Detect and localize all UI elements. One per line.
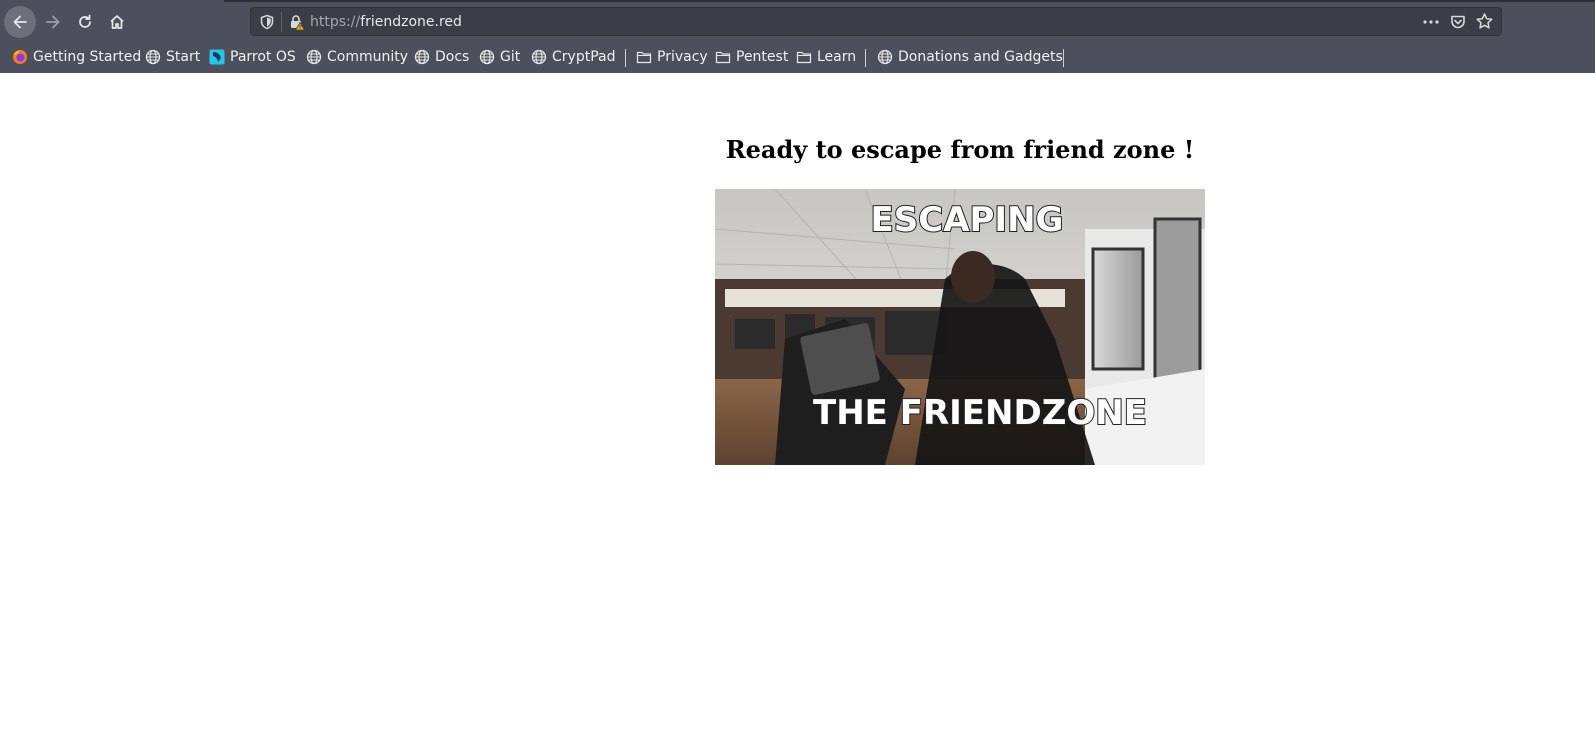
home-icon bbox=[110, 15, 124, 29]
bookmark-label: Git bbox=[500, 49, 521, 65]
pocket-icon[interactable] bbox=[1449, 13, 1467, 31]
bookmark-docs[interactable]: Docs bbox=[414, 45, 469, 69]
bookmark-cryptpad[interactable]: CryptPad bbox=[531, 45, 615, 69]
page-heading: Ready to escape from friend zone ! bbox=[725, 135, 1195, 164]
parrot-icon bbox=[209, 49, 225, 65]
reload-button[interactable] bbox=[69, 6, 101, 38]
folder-icon bbox=[715, 51, 731, 64]
globe-icon bbox=[531, 49, 547, 65]
bookmark-folder-privacy[interactable]: Privacy bbox=[636, 45, 708, 69]
escaping-friendzone-gif: ESCAPING THE FRIENDZONE bbox=[715, 189, 1205, 465]
bookmark-getting-started[interactable]: Getting Started bbox=[12, 45, 141, 69]
url-host: friendzone.red bbox=[360, 14, 462, 30]
bookmark-label: Donations and Gadgets bbox=[898, 49, 1063, 65]
address-bar[interactable]: https://friendzone.red bbox=[250, 7, 1502, 36]
url-text[interactable]: https://friendzone.red bbox=[310, 13, 462, 31]
folder-icon bbox=[796, 51, 812, 64]
bookmark-folder-learn[interactable]: Learn bbox=[796, 45, 856, 69]
shield-icon[interactable] bbox=[259, 14, 275, 30]
globe-icon bbox=[414, 49, 430, 65]
tab-strip-edge bbox=[224, 0, 1595, 2]
arrow-right-icon bbox=[46, 15, 60, 29]
star-icon[interactable] bbox=[1475, 12, 1494, 31]
bookmark-label: Getting Started bbox=[33, 49, 142, 65]
folder-icon bbox=[636, 51, 652, 64]
home-button[interactable] bbox=[101, 6, 133, 38]
bookmark-label: CryptPad bbox=[552, 49, 616, 65]
url-scheme: https:// bbox=[310, 14, 361, 30]
bookmark-label: Pentest bbox=[736, 49, 789, 65]
bookmark-label: Privacy bbox=[657, 49, 708, 65]
gif-caption-top: ESCAPING bbox=[871, 200, 1064, 240]
bookmark-separator bbox=[1063, 49, 1064, 67]
bookmarks-toolbar: Getting Started Start Parrot OS Communit… bbox=[0, 45, 1595, 69]
bookmark-folder-pentest[interactable]: Pentest bbox=[715, 45, 788, 69]
bookmark-parrot-os[interactable]: Parrot OS bbox=[209, 45, 296, 69]
globe-icon bbox=[877, 49, 893, 65]
gif-caption-bottom: THE FRIENDZONE bbox=[813, 393, 1147, 433]
globe-icon bbox=[479, 49, 495, 65]
globe-icon bbox=[145, 49, 161, 65]
firefox-icon bbox=[13, 50, 27, 64]
globe-icon bbox=[306, 49, 322, 65]
bookmark-git[interactable]: Git bbox=[479, 45, 520, 69]
bookmark-donations-and-gadgets[interactable]: Donations and Gadgets bbox=[877, 45, 1063, 69]
more-icon[interactable] bbox=[1423, 20, 1439, 24]
urlbar-divider bbox=[281, 12, 282, 32]
bookmark-start[interactable]: Start bbox=[145, 45, 200, 69]
forward-button[interactable] bbox=[37, 6, 69, 38]
back-button[interactable] bbox=[4, 6, 36, 38]
bookmark-separator bbox=[625, 49, 626, 67]
bookmark-label: Start bbox=[166, 49, 201, 65]
reload-icon bbox=[79, 14, 91, 28]
insecure-lock-icon[interactable] bbox=[288, 13, 306, 31]
bookmark-label: Parrot OS bbox=[230, 49, 296, 65]
bookmark-label: Docs bbox=[435, 49, 470, 65]
bookmark-label: Learn bbox=[817, 49, 857, 65]
arrow-left-icon bbox=[13, 15, 27, 29]
bookmark-separator bbox=[865, 49, 866, 67]
bookmark-label: Community bbox=[327, 49, 409, 65]
browser-toolbar: https://friendzone.red Getting Started S… bbox=[0, 0, 1595, 73]
bookmark-community[interactable]: Community bbox=[306, 45, 408, 69]
